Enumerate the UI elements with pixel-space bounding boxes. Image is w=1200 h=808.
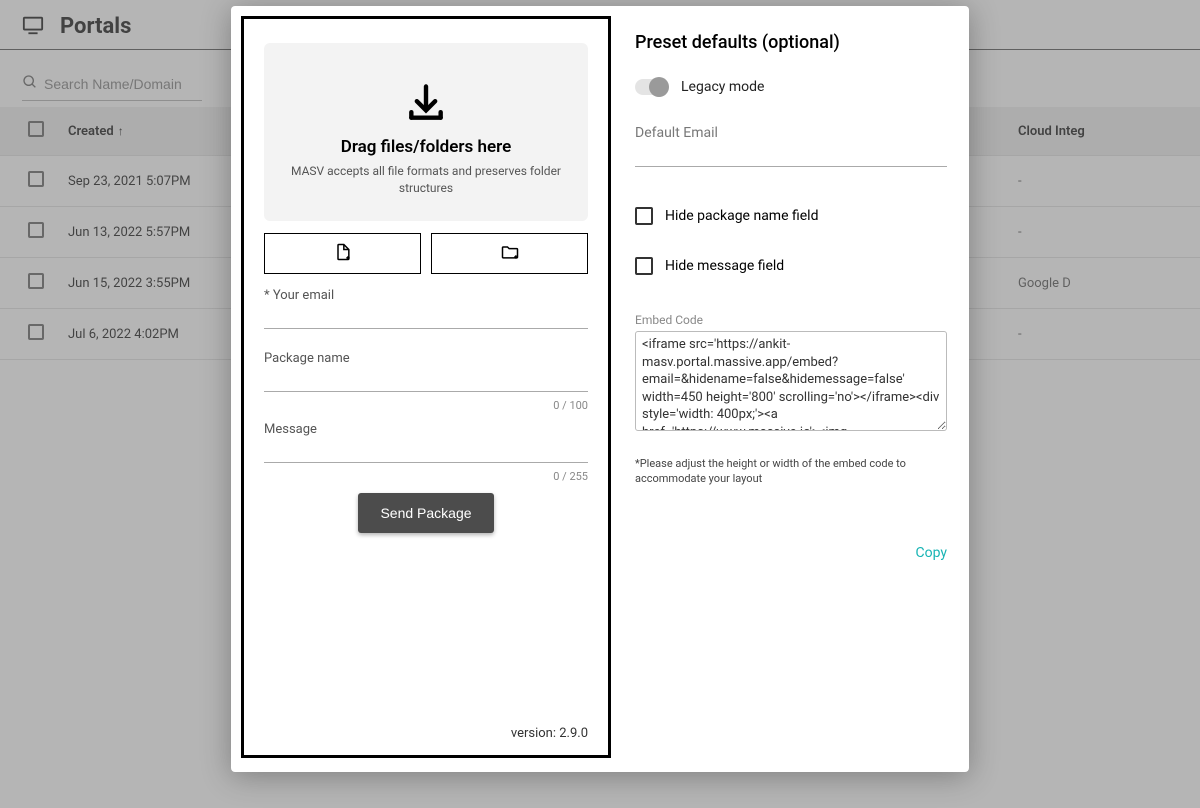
copy-button[interactable]: Copy — [635, 545, 947, 561]
modal-overlay: Drag files/folders here MASV accepts all… — [0, 0, 1200, 808]
file-add-icon — [333, 242, 353, 265]
default-email-label: Default Email — [635, 125, 947, 141]
embed-note: *Please adjust the height or width of th… — [635, 457, 947, 487]
version-label: version: 2.9.0 — [264, 726, 588, 741]
dropzone-subtitle: MASV accepts all file formats and preser… — [276, 163, 576, 197]
preset-title: Preset defaults (optional) — [635, 32, 947, 53]
message-label: Message — [264, 422, 588, 437]
package-label: Package name — [264, 351, 588, 366]
add-file-button[interactable] — [264, 233, 421, 274]
download-icon — [276, 81, 576, 129]
email-label: * Your email — [264, 288, 588, 303]
email-input[interactable] — [264, 303, 588, 329]
legacy-mode-toggle[interactable] — [635, 79, 667, 95]
preset-panel: Preset defaults (optional) Legacy mode D… — [635, 16, 959, 758]
default-email-input[interactable] — [635, 145, 947, 167]
message-input[interactable] — [264, 437, 588, 463]
hide-package-checkbox[interactable] — [635, 207, 653, 225]
hide-message-checkbox[interactable] — [635, 257, 653, 275]
package-input[interactable] — [264, 366, 588, 392]
package-counter: 0 / 100 — [264, 399, 588, 412]
hide-package-label: Hide package name field — [665, 208, 818, 224]
dropzone[interactable]: Drag files/folders here MASV accepts all… — [264, 43, 588, 221]
dropzone-title: Drag files/folders here — [276, 137, 576, 157]
add-folder-button[interactable] — [431, 233, 588, 274]
hide-message-label: Hide message field — [665, 258, 784, 274]
legacy-mode-label: Legacy mode — [681, 79, 764, 95]
folder-add-icon — [500, 242, 520, 265]
embed-code-textarea[interactable]: <iframe src='https://ankit-masv.portal.m… — [635, 331, 947, 431]
embed-code-label: Embed Code — [635, 313, 947, 327]
send-package-button[interactable]: Send Package — [358, 493, 493, 533]
upload-preview: Drag files/folders here MASV accepts all… — [241, 16, 611, 758]
message-counter: 0 / 255 — [264, 470, 588, 483]
embed-modal: Drag files/folders here MASV accepts all… — [231, 6, 969, 772]
